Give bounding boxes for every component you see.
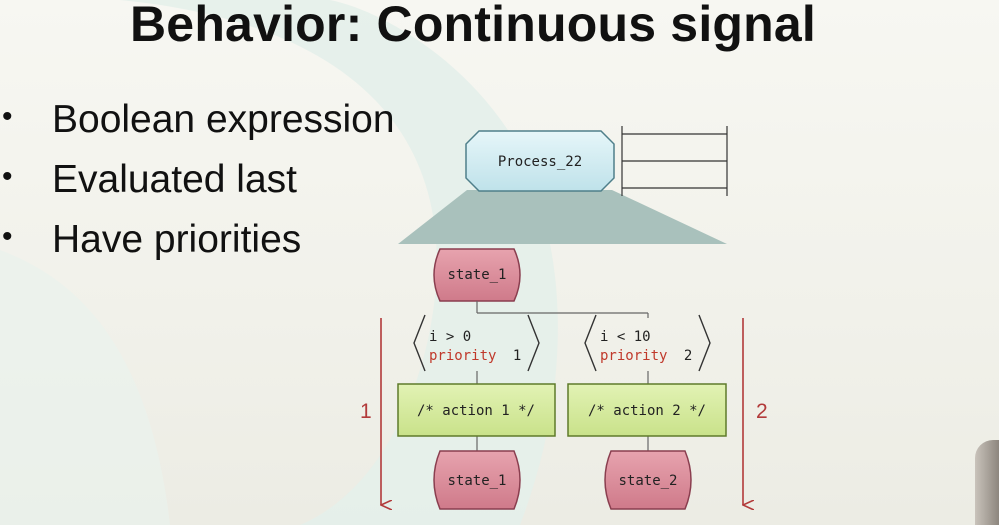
next-state-1: state_1 bbox=[433, 450, 521, 510]
priority-2-keyword: priority bbox=[600, 348, 667, 364]
priority-2-value: 2 bbox=[684, 348, 692, 364]
order-label-1: 1 bbox=[360, 400, 372, 423]
action-box-1: /* action 1 */ bbox=[397, 383, 556, 437]
condition-2-text: i < 10 bbox=[600, 329, 651, 345]
next-state-1-label: state_1 bbox=[447, 473, 506, 489]
next-state-2: state_2 bbox=[604, 450, 692, 510]
priority-1-line: priority 1 bbox=[429, 348, 521, 364]
process-variables-grid bbox=[621, 126, 728, 196]
next-state-2-label: state_2 bbox=[618, 473, 677, 489]
order-label-2: 2 bbox=[756, 400, 768, 423]
process-label: Process_22 bbox=[498, 154, 582, 170]
action-2-text: /* action 2 */ bbox=[588, 403, 706, 419]
order-arrow-2: 2 bbox=[743, 318, 768, 505]
process-funnel bbox=[398, 190, 727, 244]
continuous-signal-1: i > 0 priority 1 bbox=[413, 314, 540, 372]
priority-1-value: 1 bbox=[513, 348, 521, 364]
condition-1-text: i > 0 bbox=[429, 329, 471, 345]
order-arrow-1: 1 bbox=[360, 318, 381, 505]
priority-1-keyword: priority bbox=[429, 348, 496, 364]
sdl-diagram: Process_22 state_1 i > 0 priority 1 i < … bbox=[360, 126, 768, 525]
presenter-video-edge bbox=[975, 440, 999, 525]
continuous-signal-2: i < 10 priority 2 bbox=[584, 314, 711, 372]
process-box: Process_22 bbox=[465, 130, 615, 192]
action-box-2: /* action 2 */ bbox=[567, 383, 727, 437]
action-1-text: /* action 1 */ bbox=[417, 403, 535, 419]
start-state: state_1 bbox=[433, 248, 521, 302]
priority-2-line: priority 2 bbox=[600, 348, 692, 364]
start-state-label: state_1 bbox=[447, 267, 506, 283]
